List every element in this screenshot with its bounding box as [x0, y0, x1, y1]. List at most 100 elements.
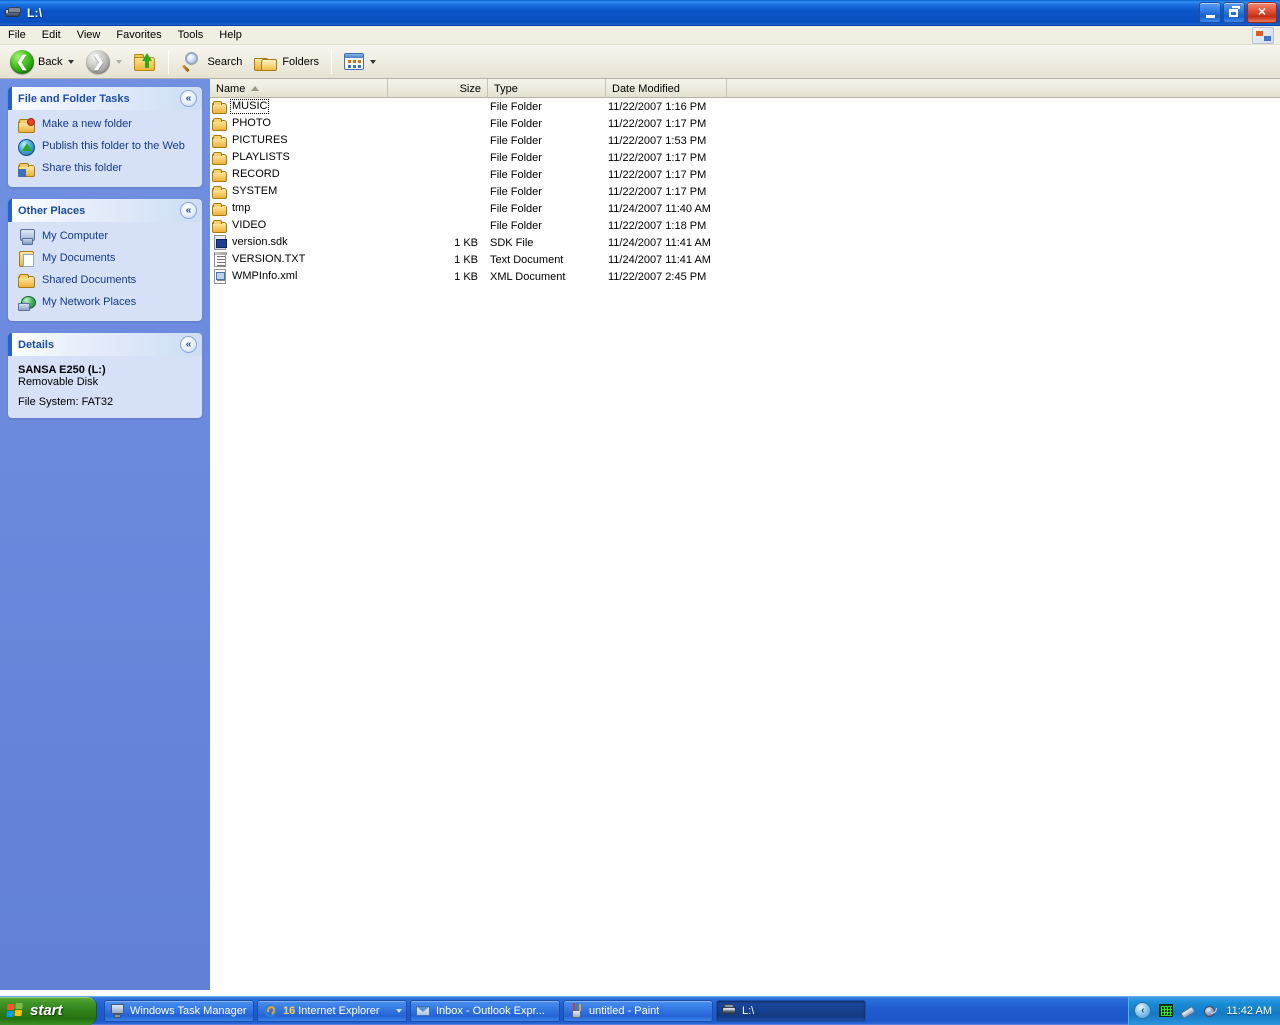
safely-remove-hardware-icon[interactable]: [1180, 1003, 1196, 1019]
column-label: Name: [216, 83, 245, 95]
table-row[interactable]: SYSTEMFile Folder11/22/2007 1:17 PM: [210, 183, 1280, 200]
search-button[interactable]: Search: [175, 47, 248, 77]
taskbar-button[interactable]: L:\: [716, 1000, 866, 1022]
show-hidden-icons-icon[interactable]: ‹: [1134, 1002, 1151, 1019]
back-button[interactable]: ❮ Back: [4, 47, 80, 77]
back-dropdown-icon[interactable]: [68, 60, 74, 64]
file-list-pane[interactable]: Name Size Type Date Modified MUSIC File F…: [210, 79, 1280, 990]
panel-details: Details « SANSA E250 (L:) Removable Disk…: [8, 333, 202, 418]
removable-drive-icon: [4, 5, 22, 21]
taskbar-button[interactable]: 16Internet Explorer: [257, 1000, 407, 1022]
views-dropdown-icon[interactable]: [370, 60, 376, 64]
place-shared-documents[interactable]: Shared Documents: [18, 273, 194, 290]
column-headers: Name Size Type Date Modified: [210, 79, 1280, 98]
file-name: PHOTO: [231, 117, 272, 130]
file-name: MUSIC: [231, 100, 268, 113]
panel-other-places: Other Places « My Computer My Documents …: [8, 199, 202, 321]
file-type: File Folder: [488, 135, 606, 147]
start-label: start: [30, 1002, 63, 1019]
explorer-window: L:\ ✕ File Edit View Favorites Tools Hel…: [0, 0, 1280, 996]
taskbar-button[interactable]: Windows Task Manager: [104, 1000, 254, 1022]
panel-file-and-folder-tasks: File and Folder Tasks « Make a new folde…: [8, 87, 202, 187]
column-header-size[interactable]: Size: [388, 79, 488, 98]
taskbar-buttons: Windows Task Manager 16Internet Explorer I…: [104, 1000, 866, 1022]
volume-icon[interactable]: [1202, 1003, 1218, 1019]
table-row[interactable]: version.sdk1 KBSDK File11/24/2007 11:41 …: [210, 234, 1280, 251]
menu-edit[interactable]: Edit: [34, 27, 69, 44]
task-share-this-folder[interactable]: Share this folder: [18, 161, 194, 178]
file-type: File Folder: [488, 152, 606, 164]
table-row[interactable]: WMPInfo.xml1 KBXML Document11/22/2007 2:…: [210, 268, 1280, 285]
menu-tools[interactable]: Tools: [170, 27, 212, 44]
forward-button[interactable]: ❯: [80, 47, 128, 77]
place-my-computer[interactable]: My Computer: [18, 229, 194, 246]
restore-button[interactable]: [1223, 2, 1245, 23]
taskbar-button[interactable]: untitled - Paint: [563, 1000, 713, 1022]
panel-header[interactable]: Details «: [8, 333, 202, 356]
window-content: File and Folder Tasks « Make a new folde…: [0, 79, 1280, 990]
table-row[interactable]: VERSION.TXT1 KBText Document11/24/2007 1…: [210, 251, 1280, 268]
table-row[interactable]: tmpFile Folder11/24/2007 11:40 AM: [210, 200, 1280, 217]
file-type: Text Document: [488, 254, 606, 266]
menu-view[interactable]: View: [69, 27, 109, 44]
task-make-new-folder[interactable]: Make a new folder: [18, 117, 194, 134]
clock[interactable]: 11:42 AM: [1226, 1005, 1272, 1017]
toolbar-separator: [168, 50, 169, 74]
taskbar-button[interactable]: Inbox - Outlook Expr...: [410, 1000, 560, 1022]
table-row[interactable]: VIDEOFile Folder11/22/2007 1:18 PM: [210, 217, 1280, 234]
share-folder-icon: [18, 161, 36, 178]
table-row[interactable]: MUSIC File Folder11/22/2007 1:16 PM: [210, 98, 1280, 115]
folder-icon: [212, 133, 228, 149]
folders-button[interactable]: Folders: [248, 47, 325, 77]
file-date-modified: 11/22/2007 1:17 PM: [606, 186, 727, 198]
up-folder-icon: [134, 52, 156, 71]
file-date-modified: 11/22/2007 1:16 PM: [606, 101, 727, 113]
task-manager-icon: [110, 1003, 125, 1018]
collapse-chevron-icon[interactable]: «: [180, 202, 197, 219]
minimize-button[interactable]: [1199, 2, 1221, 23]
file-name: SYSTEM: [231, 185, 278, 198]
table-row[interactable]: RECORDFile Folder11/22/2007 1:17 PM: [210, 166, 1280, 183]
menu-help[interactable]: Help: [211, 27, 250, 44]
taskbar-button-label: 16Internet Explorer: [283, 1005, 380, 1017]
close-button[interactable]: ✕: [1247, 2, 1277, 23]
task-label: Make a new folder: [42, 117, 132, 131]
collapse-chevron-icon[interactable]: «: [180, 336, 197, 353]
column-header-type[interactable]: Type: [488, 79, 606, 98]
table-row[interactable]: PLAYLISTSFile Folder11/22/2007 1:17 PM: [210, 149, 1280, 166]
file-type: File Folder: [488, 101, 606, 113]
column-header-name[interactable]: Name: [210, 79, 388, 98]
table-row[interactable]: PHOTOFile Folder11/22/2007 1:17 PM: [210, 115, 1280, 132]
views-button[interactable]: [338, 47, 382, 77]
file-date-modified: 11/22/2007 1:17 PM: [606, 118, 727, 130]
panel-header[interactable]: File and Folder Tasks «: [8, 87, 202, 110]
window-title: L:\: [27, 6, 42, 20]
internet-explorer-icon: [263, 1003, 278, 1018]
panel-body: Make a new folder Publish this folder to…: [8, 110, 202, 187]
folders-icon: [254, 52, 278, 71]
up-one-level-button[interactable]: [128, 47, 162, 77]
folder-icon: [212, 167, 228, 183]
xml-file-icon: [212, 269, 228, 285]
windows-flag-icon: [1252, 27, 1274, 44]
start-button[interactable]: start: [0, 997, 97, 1025]
table-row[interactable]: PICTURESFile Folder11/22/2007 1:53 PM: [210, 132, 1280, 149]
network-activity-icon[interactable]: [1158, 1003, 1174, 1019]
file-type: File Folder: [488, 169, 606, 181]
file-name: VIDEO: [231, 219, 267, 232]
menu-favorites[interactable]: Favorites: [108, 27, 169, 44]
file-name: VERSION.TXT: [231, 253, 306, 266]
place-my-network-places[interactable]: My Network Places: [18, 295, 194, 312]
place-my-documents[interactable]: My Documents: [18, 251, 194, 268]
system-tray: ‹ 11:42 AM: [1128, 997, 1280, 1025]
collapse-chevron-icon[interactable]: «: [180, 90, 197, 107]
file-name: WMPInfo.xml: [231, 270, 298, 283]
task-label: Publish this folder to the Web: [42, 139, 185, 153]
removable-drive-icon: [722, 1003, 737, 1018]
column-header-date-modified[interactable]: Date Modified: [606, 79, 727, 98]
taskbar-group-dropdown-icon[interactable]: [396, 1009, 402, 1013]
panel-header[interactable]: Other Places «: [8, 199, 202, 222]
task-publish-to-web[interactable]: Publish this folder to the Web: [18, 139, 194, 156]
menu-file[interactable]: File: [0, 27, 34, 44]
file-size: 1 KB: [388, 271, 488, 283]
